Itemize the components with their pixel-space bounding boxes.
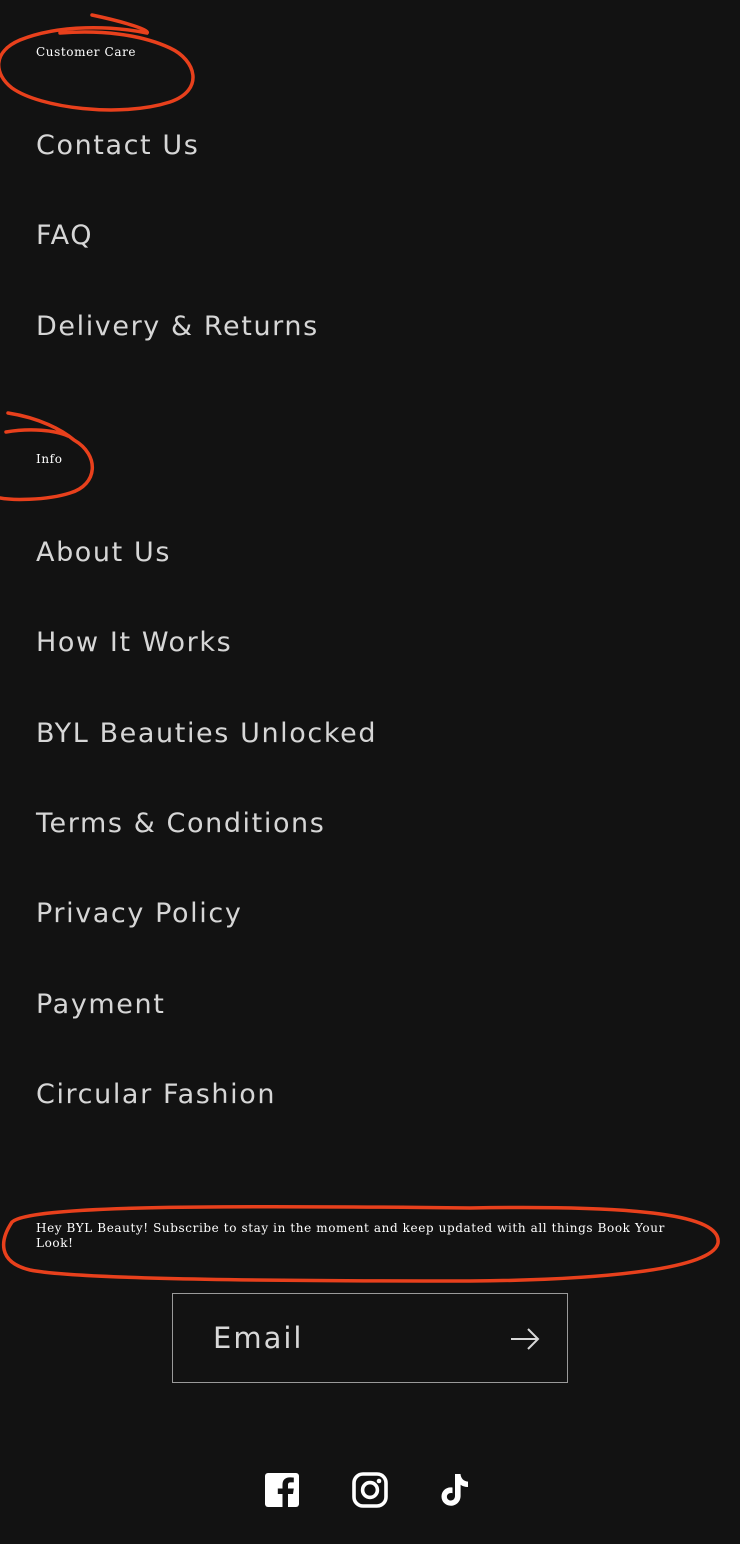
faq-link[interactable]: FAQ [36,220,93,252]
arrow-right-icon [511,1328,540,1350]
privacy-policy-link[interactable]: Privacy Policy [36,898,242,930]
instagram-link[interactable] [350,1470,390,1510]
how-it-works-link[interactable]: How It Works [36,627,232,659]
facebook-icon [265,1473,299,1507]
subscribe-button[interactable] [507,1321,543,1357]
email-form [172,1293,568,1383]
customer-care-heading: Customer Care [36,45,137,59]
tiktok-icon [441,1474,468,1506]
annotation-customer-care [0,13,195,112]
byl-beauties-unlocked-link[interactable]: BYL Beauties Unlocked [36,718,377,750]
payment-link[interactable]: Payment [36,989,165,1021]
info-heading: Info [36,452,63,466]
tiktok-link[interactable] [436,1470,476,1510]
contact-us-link[interactable]: Contact Us [36,130,199,162]
about-us-link[interactable]: About Us [36,537,171,569]
delivery-returns-link[interactable]: Delivery & Returns [36,311,319,343]
terms-conditions-link[interactable]: Terms & Conditions [36,808,325,840]
facebook-link[interactable] [262,1470,302,1510]
circular-fashion-link[interactable]: Circular Fashion [36,1079,276,1111]
email-input[interactable] [213,1316,493,1360]
newsletter-text: Hey BYL Beauty! Subscribe to stay in the… [36,1221,665,1250]
instagram-icon [352,1472,388,1508]
